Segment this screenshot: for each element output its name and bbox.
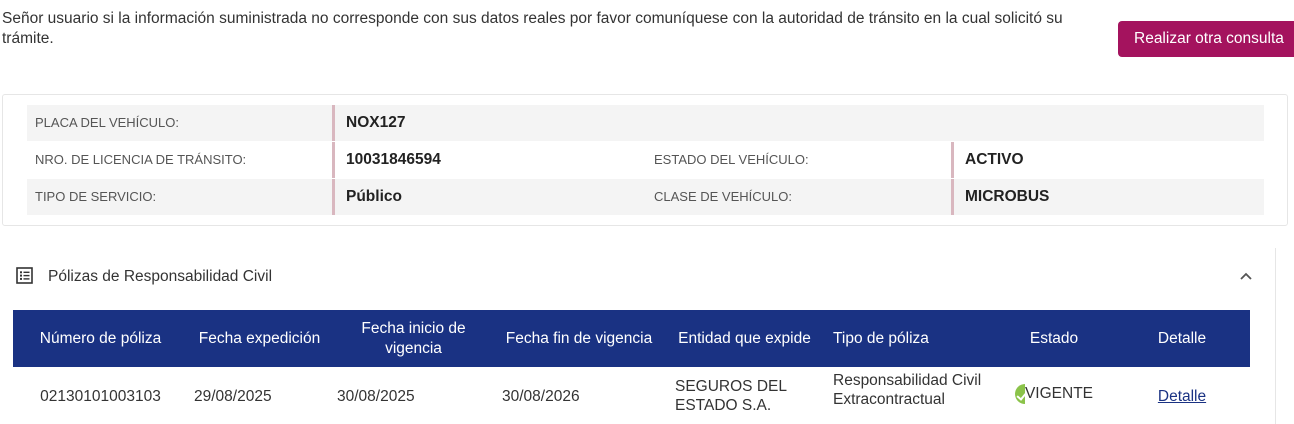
col-detalle: Detalle bbox=[1157, 329, 1207, 347]
polizas-title: Pólizas de Responsabilidad Civil bbox=[48, 268, 273, 285]
placa-value: NOX127 bbox=[332, 105, 1264, 141]
col-inicio: Fecha inicio de vigencia bbox=[361, 319, 466, 357]
new-query-button[interactable]: Realizar otra consulta bbox=[1118, 21, 1294, 57]
polizas-section-header[interactable]: Pólizas de Responsabilidad Civil bbox=[0, 248, 1276, 308]
col-entidad: Entidad que expide bbox=[678, 329, 811, 347]
col-numero: Número de póliza bbox=[39, 329, 162, 347]
col-tipo: Tipo de póliza bbox=[833, 329, 929, 347]
row-placa: PLACA DEL VEHÍCULO: NOX127 bbox=[27, 105, 1264, 141]
vehicle-info-card: PLACA DEL VEHÍCULO: NOX127 NRO. DE LICEN… bbox=[2, 94, 1288, 226]
table-header-row: Número de póliza Fecha expedición Fecha … bbox=[13, 310, 1250, 367]
polizas-table: Número de póliza Fecha expedición Fecha … bbox=[13, 310, 1250, 424]
info-notice: Señor usuario si la información suminist… bbox=[2, 10, 1063, 47]
estado-cell: VIGENTE bbox=[994, 367, 1114, 424]
tipo-cell: Responsabilidad Civil Extracontractual bbox=[827, 367, 994, 424]
tipo-text: Responsabilidad Civil Extracontractual bbox=[833, 372, 982, 408]
servicio-label: TIPO DE SERVICIO: bbox=[35, 189, 157, 204]
status-badge: VIGENTE bbox=[1014, 383, 1094, 404]
expedicion-cell: 29/08/2025 bbox=[194, 387, 272, 405]
table-row: 02130101003103 29/08/2025 30/08/2025 30/… bbox=[13, 367, 1250, 424]
list-icon bbox=[16, 267, 33, 284]
licencia-label: NRO. DE LICENCIA DE TRÁNSITO: bbox=[35, 152, 247, 167]
col-fin: Fecha fin de vigencia bbox=[505, 329, 653, 347]
licencia-value: 10031846594 bbox=[332, 142, 642, 178]
polizas-section: Pólizas de Responsabilidad Civil Número … bbox=[0, 248, 1276, 424]
status-text: VIGENTE bbox=[1024, 385, 1094, 402]
check-circle-icon bbox=[1014, 383, 1025, 404]
clase-value: MICROBUS bbox=[951, 179, 1264, 215]
estado-vehiculo-value: ACTIVO bbox=[951, 142, 1264, 178]
detalle-link[interactable]: Detalle bbox=[1158, 388, 1206, 405]
row-licencia: NRO. DE LICENCIA DE TRÁNSITO: 1003184659… bbox=[27, 142, 1264, 178]
entidad-cell: SEGUROS DEL ESTADO S.A. bbox=[675, 378, 787, 414]
clase-label: CLASE DE VEHÍCULO: bbox=[654, 189, 792, 204]
fin-cell: 30/08/2026 bbox=[502, 387, 580, 405]
numero-cell: 02130101003103 bbox=[40, 387, 161, 405]
chevron-up-icon[interactable] bbox=[1238, 268, 1254, 284]
inicio-cell: 30/08/2025 bbox=[337, 387, 415, 405]
servicio-value: Público bbox=[332, 179, 642, 215]
col-expedicion: Fecha expedición bbox=[198, 329, 321, 347]
estado-vehiculo-label: ESTADO DEL VEHÍCULO: bbox=[654, 152, 809, 167]
placa-label: PLACA DEL VEHÍCULO: bbox=[35, 115, 180, 130]
col-estado: Estado bbox=[1029, 329, 1079, 347]
detalle-cell: Detalle bbox=[1114, 367, 1250, 424]
row-servicio: TIPO DE SERVICIO: Público CLASE DE VEHÍC… bbox=[27, 179, 1264, 215]
